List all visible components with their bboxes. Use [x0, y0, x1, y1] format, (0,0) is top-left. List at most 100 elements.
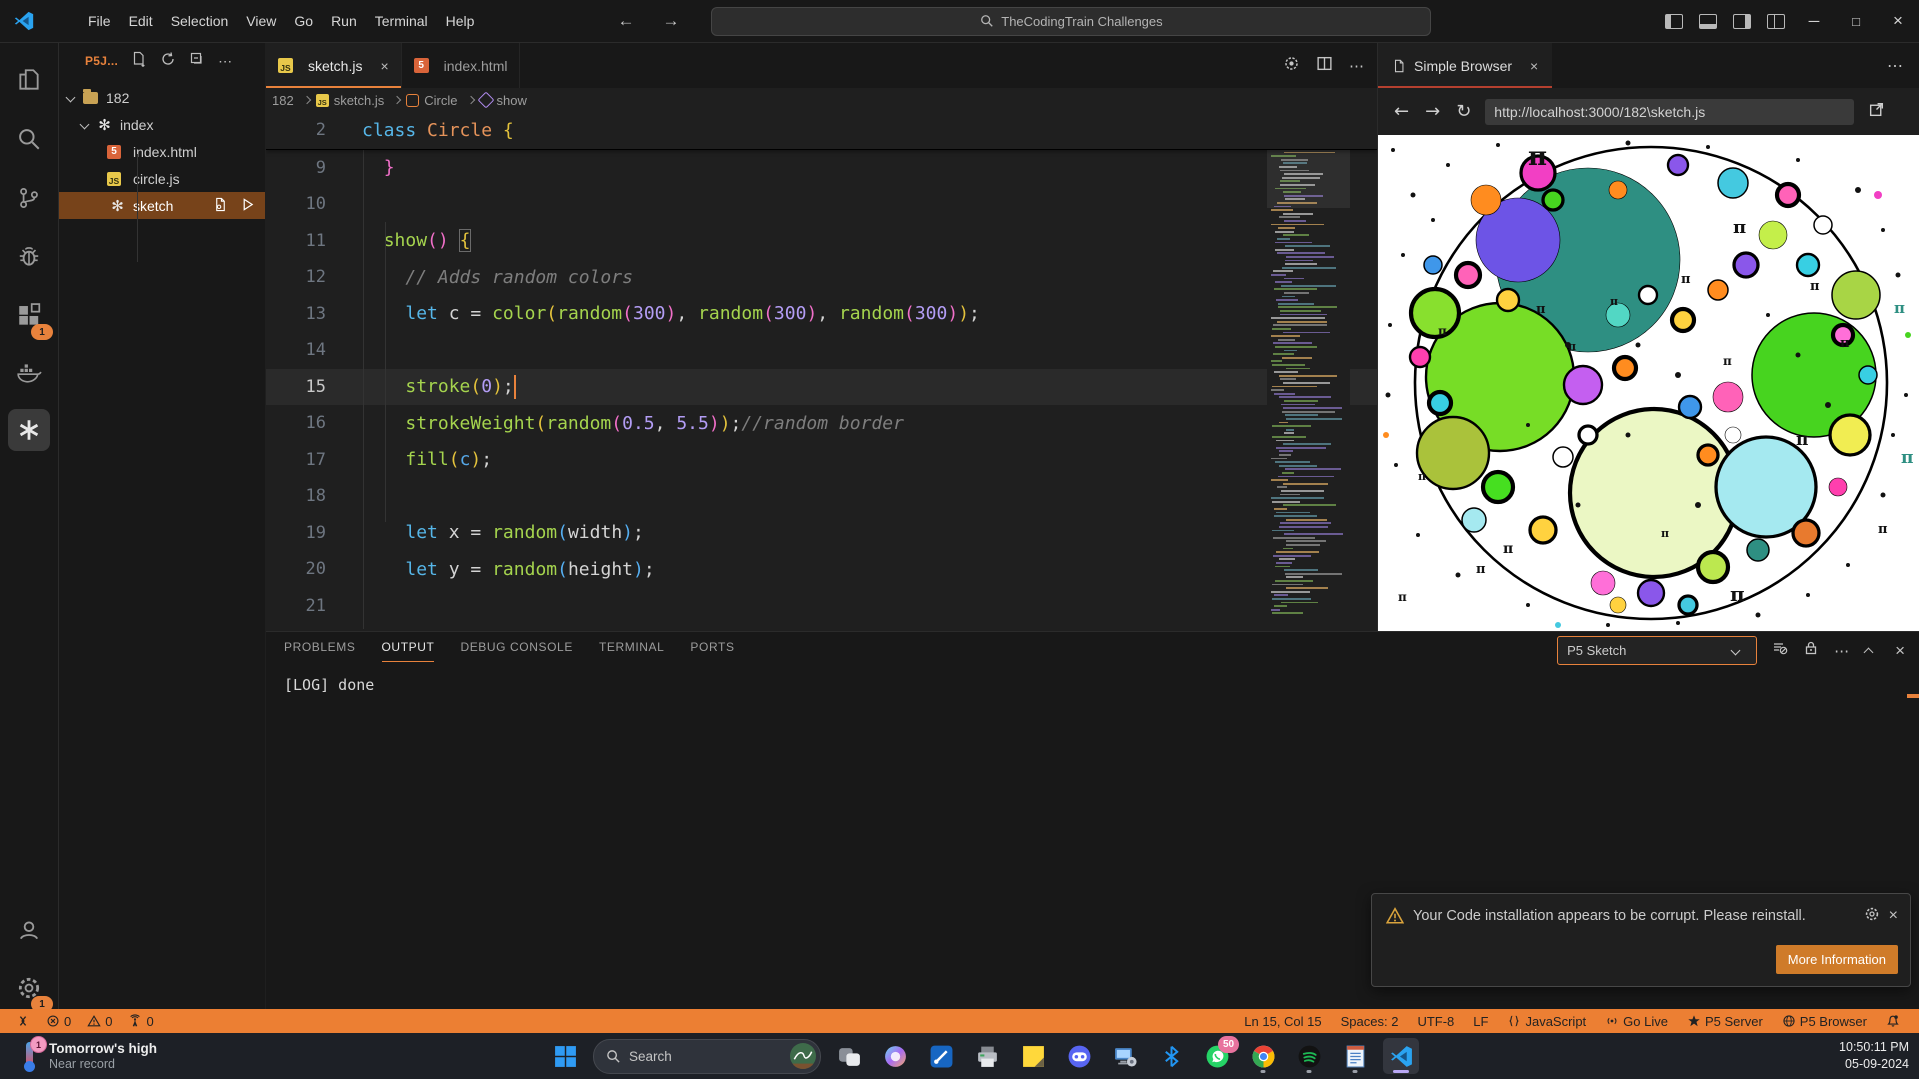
tab-index.html[interactable]: 5index.html: [402, 43, 521, 88]
menu-go[interactable]: Go: [285, 9, 322, 33]
status-p5-server[interactable]: P5 Server: [1687, 1014, 1763, 1029]
close-tab-icon[interactable]: ×: [380, 58, 388, 74]
panel-tab-ports[interactable]: PORTS: [690, 640, 734, 662]
collapse-folders-icon[interactable]: [189, 51, 205, 72]
activity-p5-active-icon[interactable]: [8, 409, 50, 451]
status-warn[interactable]: 0: [87, 1014, 112, 1029]
more-actions-icon[interactable]: ⋯: [218, 53, 233, 70]
sticky-notes-icon[interactable]: [1015, 1038, 1051, 1074]
maximize-panel-icon[interactable]: [1864, 648, 1874, 658]
breadcrumb-Circle[interactable]: Circle: [406, 93, 457, 108]
open-external-icon[interactable]: [1868, 101, 1885, 123]
pc-settings-icon[interactable]: [1107, 1038, 1143, 1074]
more-editor-actions-icon[interactable]: ⋯: [1349, 57, 1365, 75]
open-sketch-file-icon[interactable]: [213, 197, 228, 215]
activity-account-icon[interactable]: [8, 909, 50, 951]
spotify-icon[interactable]: [1291, 1038, 1327, 1074]
p5-sketch-canvas[interactable]: ππππππππππππππππππππ: [1378, 135, 1919, 631]
status-error[interactable]: 0: [46, 1014, 71, 1029]
discord-icon[interactable]: [1061, 1038, 1097, 1074]
close-button[interactable]: ×: [1877, 0, 1919, 42]
run-sketch-icon[interactable]: [240, 197, 255, 215]
status-tower[interactable]: 0: [128, 1014, 153, 1029]
menu-file[interactable]: File: [79, 9, 120, 33]
status-p5-browser[interactable]: P5 Browser: [1782, 1014, 1867, 1029]
whatsapp-icon[interactable]: 50: [1199, 1038, 1235, 1074]
activity-search-icon[interactable]: [8, 118, 50, 160]
menu-view[interactable]: View: [237, 9, 285, 33]
tab-simple-browser[interactable]: Simple Browser ×: [1378, 43, 1552, 88]
status-ln-15-col-15[interactable]: Ln 15, Col 15: [1244, 1014, 1321, 1029]
snipping-tool-icon[interactable]: [923, 1038, 959, 1074]
menu-edit[interactable]: Edit: [120, 9, 162, 33]
toggle-sidebar-icon[interactable]: [1665, 14, 1683, 29]
run-settings-icon[interactable]: [1283, 55, 1300, 77]
tree-item-182[interactable]: 182: [59, 84, 265, 111]
close-tab-icon[interactable]: ×: [1530, 58, 1538, 74]
taskbar-search[interactable]: Search: [593, 1039, 821, 1074]
maximize-button[interactable]: □: [1835, 0, 1877, 42]
printer-icon[interactable]: [969, 1038, 1005, 1074]
chrome-icon[interactable]: [1245, 1038, 1281, 1074]
tree-item-sketch[interactable]: ✻sketch: [59, 192, 265, 219]
command-center-search[interactable]: TheCodingTrain Challenges: [711, 7, 1431, 36]
activity-explorer-icon[interactable]: [8, 59, 50, 101]
copilot-icon[interactable]: [877, 1038, 913, 1074]
panel-tab-output[interactable]: OUTPUT: [382, 640, 435, 662]
start-button[interactable]: [547, 1038, 583, 1074]
code-editor[interactable]: 2class Circle {9 }1011 show() {12 // Add…: [266, 112, 1377, 631]
history-back-icon[interactable]: ←: [603, 11, 648, 31]
weather-widget[interactable]: 1 Tomorrow's high Near record: [22, 1040, 157, 1072]
url-input[interactable]: http://localhost:3000/182\sketch.js: [1485, 99, 1854, 125]
taskbar-clock[interactable]: 10:50:11 PM 05-09-2024: [1839, 1033, 1909, 1079]
output-channel-dropdown[interactable]: P5 Sketch: [1557, 636, 1757, 665]
status-bell[interactable]: [1886, 1014, 1900, 1028]
activity-extensions-icon[interactable]: 1: [8, 295, 50, 337]
menu-run[interactable]: Run: [322, 9, 366, 33]
tab-sketch.js[interactable]: JSsketch.js×: [266, 43, 402, 88]
close-panel-icon[interactable]: ×: [1895, 641, 1905, 661]
menu-help[interactable]: Help: [437, 9, 484, 33]
minimize-button[interactable]: ─: [1793, 0, 1835, 42]
status-remote[interactable]: [16, 1014, 30, 1028]
more-information-button[interactable]: More Information: [1776, 945, 1898, 974]
bluetooth-icon[interactable]: [1153, 1038, 1189, 1074]
customize-layout-icon[interactable]: [1767, 14, 1785, 29]
activity-run-debug-icon[interactable]: [8, 235, 50, 277]
breadcrumb-show[interactable]: show: [480, 93, 527, 108]
vscode-icon[interactable]: [1383, 1038, 1419, 1074]
status-spaces-2[interactable]: Spaces: 2: [1341, 1014, 1399, 1029]
tree-item-index.html[interactable]: 5index.html: [59, 138, 265, 165]
breadcrumb-182[interactable]: 182: [272, 93, 294, 108]
tree-item-index[interactable]: ✻index: [59, 111, 265, 138]
status-go-live[interactable]: Go Live: [1605, 1014, 1668, 1029]
widgets-icon[interactable]: [831, 1038, 867, 1074]
breadcrumb-sketch.js[interactable]: JSsketch.js: [316, 93, 385, 108]
notification-settings-icon[interactable]: [1864, 906, 1880, 926]
status-utf-8[interactable]: UTF-8: [1417, 1014, 1454, 1029]
split-editor-icon[interactable]: [1316, 55, 1333, 77]
menu-terminal[interactable]: Terminal: [366, 9, 437, 33]
new-sketch-icon[interactable]: [131, 51, 147, 72]
browser-forward-icon[interactable]: →: [1425, 101, 1440, 122]
activity-gear-icon[interactable]: 1: [8, 967, 50, 1009]
panel-tab-problems[interactable]: PROBLEMS: [284, 640, 356, 662]
lock-icon[interactable]: [1803, 640, 1819, 661]
panel-tab-debug-console[interactable]: DEBUG CONSOLE: [460, 640, 573, 662]
notepad-icon[interactable]: [1337, 1038, 1373, 1074]
history-forward-icon[interactable]: →: [648, 11, 693, 31]
panel-more-icon[interactable]: ⋯: [1834, 642, 1850, 660]
browser-more-actions-icon[interactable]: ⋯: [1887, 56, 1905, 76]
browser-back-icon[interactable]: ←: [1394, 101, 1409, 122]
browser-reload-icon[interactable]: ↻: [1456, 101, 1471, 122]
menu-selection[interactable]: Selection: [162, 9, 238, 33]
activity-source-control-icon[interactable]: [8, 177, 50, 219]
tree-item-circle.js[interactable]: JScircle.js: [59, 165, 265, 192]
toggle-panel-icon[interactable]: [1699, 14, 1717, 29]
refresh-icon[interactable]: [160, 51, 176, 72]
activity-docker-icon[interactable]: [8, 351, 50, 393]
status-javascript[interactable]: JavaScript: [1507, 1014, 1586, 1029]
status-lf[interactable]: LF: [1473, 1014, 1488, 1029]
panel-tab-terminal[interactable]: TERMINAL: [599, 640, 664, 662]
toggle-secondary-sidebar-icon[interactable]: [1733, 14, 1751, 29]
